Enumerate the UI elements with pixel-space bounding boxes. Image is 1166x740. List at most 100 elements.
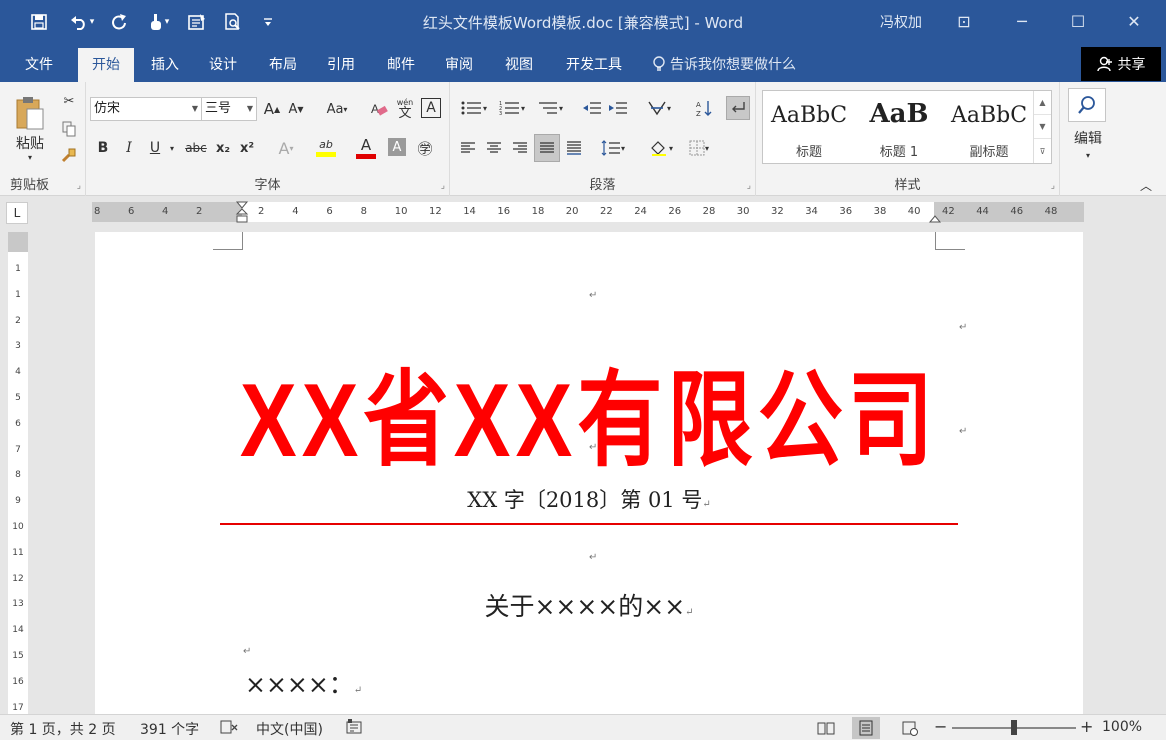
shrink-font-button[interactable]: A ▼	[285, 97, 307, 121]
read-mode-icon[interactable]	[812, 717, 840, 739]
undo-icon[interactable]: ▾	[62, 10, 102, 34]
find-icon[interactable]	[1068, 88, 1106, 122]
zoom-level[interactable]: 100%	[1102, 719, 1142, 735]
show-formatting-marks-icon[interactable]	[726, 96, 750, 120]
document-subject[interactable]: 关于××××的××↵	[95, 587, 1083, 623]
proofing-icon[interactable]	[220, 719, 238, 739]
zoom-in-button[interactable]: +	[1080, 717, 1093, 736]
red-header-title[interactable]: XX省XX有限公司	[184, 335, 994, 486]
increase-indent-icon[interactable]	[606, 96, 630, 120]
text-effects-button[interactable]: A ▾	[272, 136, 300, 160]
vertical-ruler[interactable]: 1 1 2 3 4 5 6 7 8 9 10 11 12 13 14 15 16 17	[8, 232, 28, 714]
horizontal-ruler[interactable]: 8 6 4 2 2 4 6 8 10 12 14 16 18 20 22 24 26 28 30 32 34 36…	[92, 201, 1084, 224]
more-styles-icon[interactable]: ⊽	[1034, 139, 1051, 163]
web-layout-icon[interactable]	[896, 717, 924, 739]
phonetic-guide-button[interactable]: wén 文	[394, 95, 416, 123]
chevron-down-icon[interactable]: ▼	[1034, 115, 1051, 139]
minimize-button[interactable]: ─	[1002, 8, 1042, 34]
redo-icon[interactable]	[106, 10, 132, 34]
change-case-button[interactable]: Aa ▾	[320, 97, 354, 121]
cut-icon[interactable]: ✂	[58, 90, 80, 112]
paragraph-launcher-icon[interactable]: ⌟	[747, 181, 751, 191]
clipboard-launcher-icon[interactable]: ⌟	[77, 181, 81, 191]
close-button[interactable]: ✕	[1114, 8, 1154, 34]
document-page[interactable]: ↵ ↵ XX省XX有限公司 ↵ ↵ XX 字〔2018〕第 01 号↵ ↵ 关于…	[95, 232, 1083, 714]
document-addressee[interactable]: ××××：↵	[245, 665, 362, 701]
style-heading-1[interactable]: AaB 标题 1	[855, 91, 943, 163]
distributed-icon[interactable]	[562, 136, 586, 160]
document-number[interactable]: XX 字〔2018〕第 01 号↵	[95, 484, 1083, 514]
line-spacing-button[interactable]: ▾	[596, 136, 630, 160]
align-right-icon[interactable]	[508, 136, 532, 160]
align-center-icon[interactable]	[482, 136, 506, 160]
tab-file[interactable]: 文件	[8, 48, 70, 82]
font-name-combo[interactable]: 仿宋 ▼	[90, 97, 202, 121]
underline-button[interactable]: U	[144, 136, 166, 160]
chevron-up-icon[interactable]: ▲	[1034, 91, 1051, 115]
font-launcher-icon[interactable]: ⌟	[441, 181, 445, 191]
enclose-characters-button[interactable]: ㊫	[414, 136, 436, 160]
chinese-layout-button[interactable]: ▾	[642, 96, 676, 120]
grow-font-button[interactable]: A ▲	[261, 97, 283, 121]
maximize-button[interactable]: ☐	[1058, 8, 1098, 34]
tab-review[interactable]: 审阅	[432, 48, 486, 82]
zoom-out-button[interactable]: −	[934, 717, 947, 736]
subscript-button[interactable]: x₂	[212, 136, 234, 160]
clear-formatting-icon[interactable]: A	[368, 97, 390, 121]
tab-home[interactable]: 开始	[78, 48, 134, 82]
style-title[interactable]: AaBbC 标题	[765, 91, 853, 163]
tell-me-box[interactable]: 告诉我你想要做什么	[652, 54, 796, 74]
indent-marker-icon[interactable]	[235, 200, 249, 228]
styles-gallery-scroll[interactable]: ▲ ▼ ⊽	[1033, 91, 1051, 163]
bullets-button[interactable]: ▾	[456, 96, 492, 120]
tab-layout[interactable]: 布局	[256, 48, 310, 82]
borders-button[interactable]: ▾	[682, 136, 716, 160]
underline-dropdown-icon[interactable]: ▾	[166, 136, 178, 160]
page-count[interactable]: 第 1 页，共 2 页	[10, 719, 116, 739]
macro-recording-icon[interactable]	[346, 719, 362, 739]
shading-button[interactable]: ▾	[644, 136, 678, 160]
language[interactable]: 中文(中国)	[256, 719, 323, 739]
style-subtitle[interactable]: AaBbC 副标题	[945, 91, 1033, 163]
save-icon[interactable]	[26, 10, 52, 34]
format-painter-icon[interactable]	[58, 144, 80, 166]
customize-icon[interactable]	[256, 10, 280, 34]
numbering-button[interactable]: 1 2 3 ▾	[494, 96, 530, 120]
font-color-button[interactable]: A	[348, 134, 384, 162]
ribbon-display-options-button[interactable]: ⊡	[944, 8, 984, 34]
tab-design[interactable]: 设计	[196, 48, 250, 82]
print-preview-icon[interactable]	[220, 10, 246, 34]
copy-icon[interactable]	[58, 118, 80, 140]
zoom-slider-thumb[interactable]	[1011, 720, 1017, 735]
strikethrough-button[interactable]: abc	[182, 136, 210, 160]
decrease-indent-icon[interactable]	[580, 96, 604, 120]
editing-dropdown-icon[interactable]: ▾	[1080, 148, 1096, 162]
styles-launcher-icon[interactable]: ⌟	[1051, 181, 1055, 191]
font-size-combo[interactable]: 三号 ▼	[201, 97, 257, 121]
align-left-icon[interactable]	[456, 136, 480, 160]
print-layout-icon[interactable]	[852, 717, 880, 739]
multilevel-list-button[interactable]: ▾	[532, 96, 568, 120]
superscript-button[interactable]: x²	[236, 136, 258, 160]
touch-mode-icon[interactable]: ▾	[140, 10, 178, 34]
tab-selector[interactable]: L	[6, 202, 28, 224]
tab-references[interactable]: 引用	[314, 48, 368, 82]
word-count[interactable]: 391 个字	[140, 719, 199, 739]
paste-button[interactable]: 粘贴 ▾	[8, 88, 52, 168]
tab-insert[interactable]: 插入	[138, 48, 192, 82]
user-name[interactable]: 冯权加	[880, 12, 922, 32]
bold-button[interactable]: B	[92, 136, 114, 160]
character-border-button[interactable]: A	[421, 98, 441, 118]
italic-button[interactable]: I	[118, 136, 140, 160]
collapse-ribbon-icon[interactable]: ︿	[1136, 176, 1156, 194]
share-button[interactable]: 共享	[1081, 47, 1161, 81]
tab-mailings[interactable]: 邮件	[374, 48, 428, 82]
tab-view[interactable]: 视图	[492, 48, 546, 82]
form-icon[interactable]	[184, 10, 210, 34]
character-shading-button[interactable]: A	[388, 138, 406, 156]
tab-developer[interactable]: 开发工具	[554, 48, 634, 82]
highlight-button[interactable]: ab	[308, 134, 344, 162]
justify-icon[interactable]	[534, 134, 560, 162]
right-indent-marker-icon[interactable]	[928, 210, 942, 224]
sort-icon[interactable]: AZ	[692, 96, 716, 120]
